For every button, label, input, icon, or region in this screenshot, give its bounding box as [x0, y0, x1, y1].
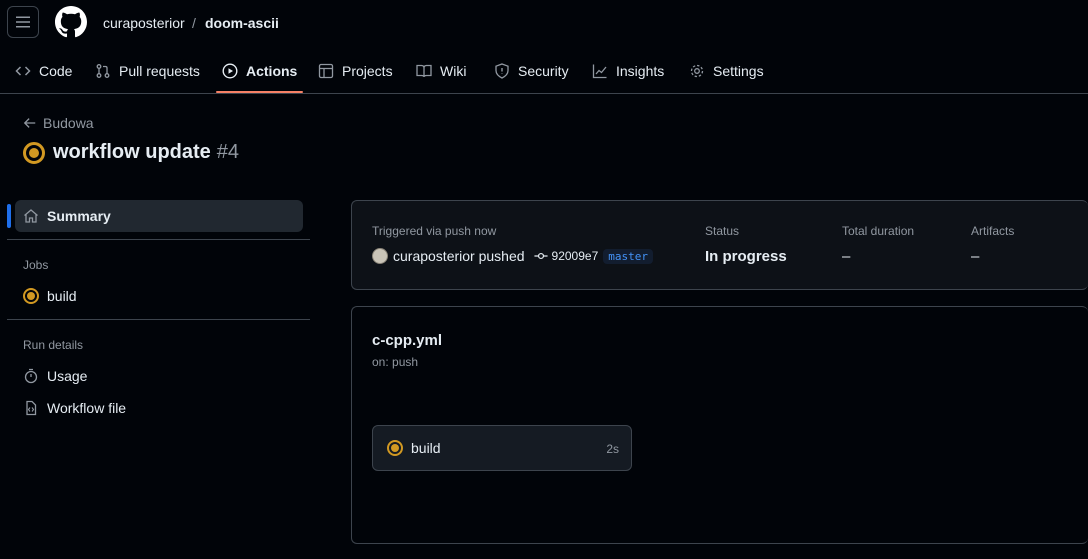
back-link[interactable]: Budowa	[23, 115, 94, 131]
graph-icon	[592, 64, 607, 79]
gear-icon	[690, 64, 704, 78]
avatar[interactable]	[372, 248, 388, 264]
tab-code[interactable]: Code	[15, 48, 72, 94]
job-node-label: build	[411, 440, 441, 456]
menu-button[interactable]	[7, 6, 39, 38]
tab-insights-label: Insights	[616, 63, 665, 79]
artifacts-column: Artifacts –	[971, 224, 1014, 265]
stopwatch-icon	[24, 368, 38, 384]
sidebar-item-usage[interactable]: Usage	[23, 368, 87, 384]
tab-settings[interactable]: Settings	[689, 48, 764, 94]
book-icon	[416, 64, 432, 78]
sidebar-jobs-heading: Jobs	[23, 258, 49, 272]
workflow-name[interactable]: c-cpp.yml	[372, 332, 442, 349]
trigger-label: Triggered via push now	[372, 224, 497, 238]
file-code-icon	[26, 400, 37, 416]
code-icon	[15, 66, 31, 76]
tab-code-label: Code	[39, 63, 73, 79]
top-bar: curaposterior / doom-ascii	[0, 0, 1088, 46]
status-column: Status In progress	[705, 224, 787, 265]
sidebar-divider	[7, 319, 310, 320]
run-number: #4	[216, 141, 240, 163]
tab-wiki-label: Wiki	[440, 63, 467, 79]
sidebar-run-details-heading: Run details	[23, 338, 84, 352]
tab-security[interactable]: Security	[494, 48, 569, 94]
git-pull-request-icon	[96, 64, 110, 78]
sidebar-summary-label: Summary	[47, 208, 111, 224]
in-progress-icon	[387, 440, 403, 456]
hamburger-icon	[16, 16, 30, 28]
sidebar-item-summary[interactable]: Summary	[15, 200, 303, 232]
active-nav-indicator	[7, 204, 11, 228]
duration-label: Total duration	[842, 224, 915, 238]
status-label: Status	[705, 224, 740, 238]
table-icon	[318, 63, 334, 79]
tab-actions[interactable]: Actions	[222, 48, 297, 94]
play-icon	[222, 63, 238, 79]
owner-link[interactable]: curaposterior	[103, 15, 185, 31]
duration-value: –	[842, 248, 851, 265]
sidebar-item-workflow-file[interactable]: Workflow file	[23, 400, 126, 416]
status-value: In progress	[705, 248, 787, 265]
sidebar-workflow-file-label: Workflow file	[47, 400, 127, 416]
workflow-graph-card: c-cpp.yml on: push build 2s	[351, 306, 1088, 544]
shield-icon	[495, 63, 509, 79]
sidebar-divider	[7, 239, 310, 240]
tab-security-label: Security	[518, 63, 569, 79]
commit-link[interactable]: 92009e7	[533, 249, 599, 263]
tab-pull-requests[interactable]: Pull requests	[95, 48, 200, 94]
home-icon	[24, 209, 38, 223]
repo-link[interactable]: doom-ascii	[205, 15, 279, 31]
active-tab-underline	[216, 91, 303, 93]
sidebar-job-build[interactable]: build	[23, 288, 77, 304]
tab-settings-label: Settings	[713, 63, 764, 79]
tab-actions-label: Actions	[246, 63, 298, 79]
job-node-build[interactable]: build 2s	[372, 425, 632, 471]
workflow-trigger: on: push	[372, 355, 419, 369]
repo-tabs: Code Pull requests Actions Projects Wiki…	[0, 48, 1088, 94]
commit-sha: 92009e7	[551, 249, 599, 263]
run-title-text: workflow update	[53, 141, 211, 163]
sidebar-usage-label: Usage	[47, 368, 88, 384]
arrow-left-icon	[23, 118, 36, 128]
duration-column: Total duration –	[842, 224, 914, 265]
git-commit-icon	[533, 252, 548, 260]
job-duration: 2s	[606, 442, 619, 456]
in-progress-icon	[23, 288, 39, 304]
actor-text[interactable]: curaposterior pushed	[393, 248, 525, 264]
in-progress-status-icon	[23, 141, 45, 164]
back-link-label: Budowa	[43, 115, 94, 131]
tab-projects-label: Projects	[342, 63, 393, 79]
branch-badge[interactable]: master	[603, 248, 653, 264]
run-summary-card: Triggered via push now curaposterior pus…	[351, 200, 1088, 290]
sidebar-job-label: build	[47, 288, 77, 304]
breadcrumb-separator: /	[192, 15, 196, 31]
github-logo-icon[interactable]	[55, 6, 87, 38]
tab-insights[interactable]: Insights	[592, 48, 664, 94]
run-title: workflow update #4	[23, 141, 239, 164]
push-info: curaposterior pushed 92009e7 master	[372, 248, 653, 264]
tab-projects[interactable]: Projects	[318, 48, 393, 94]
artifacts-value: –	[971, 248, 980, 265]
artifacts-label: Artifacts	[971, 224, 1015, 238]
tab-pull-requests-label: Pull requests	[119, 63, 200, 79]
tab-wiki[interactable]: Wiki	[416, 48, 466, 94]
